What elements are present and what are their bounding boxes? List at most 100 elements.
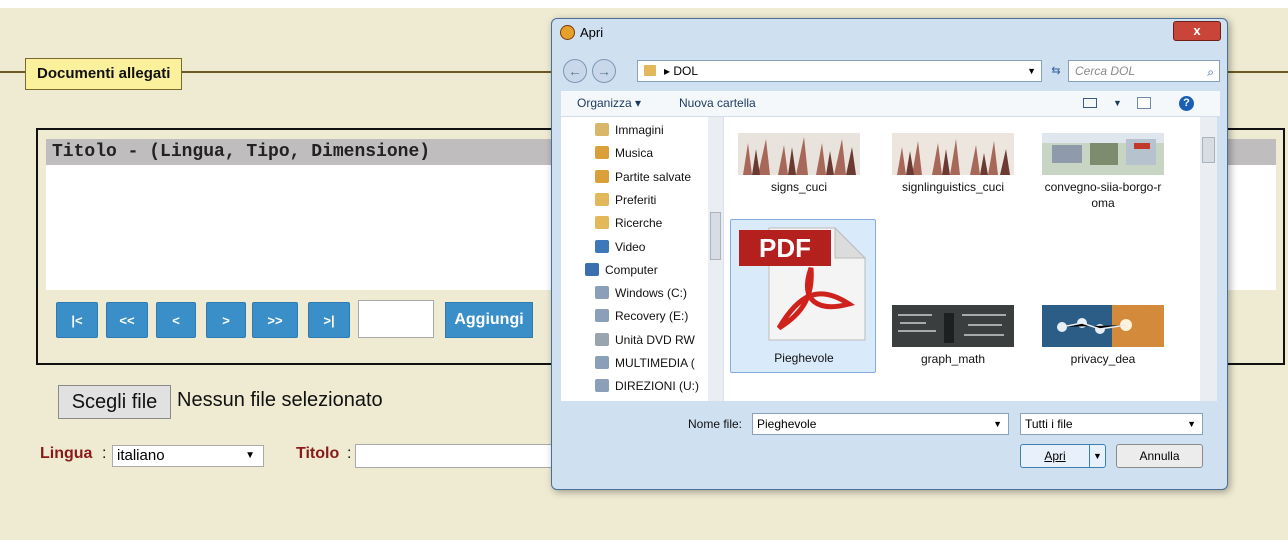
file-name: Pieghevole: [774, 351, 834, 365]
dialog-title: Apri: [580, 25, 604, 40]
tree-item-label: DIREZIONI (U:): [615, 379, 699, 394]
lingua-colon: :: [102, 445, 107, 462]
tree-item-label: Unità DVD RW: [615, 332, 695, 347]
scrollbar-thumb[interactable]: [1202, 137, 1215, 163]
computer-icon: [585, 262, 599, 276]
forward-icon[interactable]: →: [592, 59, 616, 83]
video-folder-icon: [595, 239, 609, 253]
drive-icon: [595, 309, 609, 323]
pdf-badge-text: PDF: [759, 233, 811, 263]
hands-photo-thumbnail: [738, 133, 860, 175]
filename-label: Nome file:: [688, 417, 743, 431]
navigation-pane: DIREZIONI (U:) MULTIMEDIA ( Unità DVD RW Re…: [561, 117, 724, 401]
tree-item-label: Ricerche: [615, 216, 663, 231]
chevron-down-icon[interactable]: ▼: [993, 414, 1002, 434]
page-number-input[interactable]: [358, 300, 434, 338]
network-photo-thumbnail: [1042, 305, 1164, 347]
titolo-colon: :: [347, 445, 352, 462]
first-page-button[interactable]: |<: [56, 302, 98, 338]
search-placeholder: Cerca DOL: [1075, 64, 1136, 78]
dialog-toolbar: Organizza ▾ Nuova cartella ▼ ?: [561, 91, 1220, 117]
open-button[interactable]: Apri ▼: [1020, 444, 1106, 468]
file-tile-graph-math[interactable]: graph_math: [882, 297, 1024, 366]
file-name: graph_math: [920, 352, 986, 366]
dvd-drive-icon: [595, 332, 609, 346]
hands-photo-thumbnail: [892, 133, 1014, 175]
new-folder-button[interactable]: Nuova cartella: [679, 91, 756, 116]
tree-item-label: Immagini: [615, 123, 664, 137]
chevron-down-icon[interactable]: ▼: [1093, 445, 1102, 467]
file-name: convegno-siia-borgo-r: [1044, 180, 1162, 194]
tree-item-label: Video: [615, 239, 646, 254]
file-tile-convegno[interactable]: convegno-siia-borgo-r oma: [1032, 125, 1174, 215]
tree-item-label: Recovery (E:): [615, 309, 689, 324]
file-tile-signs[interactable]: signs_cuci: [728, 125, 870, 195]
filename-value: Pieghevole: [757, 417, 817, 431]
help-icon[interactable]: ?: [1179, 96, 1194, 111]
last-page-button[interactable]: >|: [308, 302, 350, 338]
saved-games-folder-icon: [595, 169, 609, 183]
tree-item-label: Windows (C:): [615, 286, 688, 301]
searches-folder-icon: [595, 216, 609, 230]
music-folder-icon: [595, 146, 609, 160]
chevron-down-icon[interactable]: ▼: [1027, 61, 1036, 81]
cancel-button[interactable]: Annulla: [1116, 444, 1203, 468]
tree-item-label: Musica: [615, 146, 654, 161]
chevron-down-icon: ▼: [245, 450, 255, 461]
file-name: signlinguistics_cuci: [901, 180, 1005, 194]
preview-pane-icon[interactable]: [1137, 97, 1151, 109]
address-path: ▸ DOL: [664, 64, 699, 78]
filename-input[interactable]: Pieghevole ▼: [752, 413, 1009, 435]
back-icon[interactable]: ←: [563, 59, 587, 83]
folder-icon: [644, 65, 656, 76]
conference-photo-thumbnail: [1042, 133, 1164, 175]
add-button[interactable]: Aggiungi: [445, 302, 533, 338]
address-path-text: DOL: [673, 64, 699, 78]
math-blackboard-thumbnail: [892, 305, 1014, 347]
file-name-line2: oma: [1091, 196, 1115, 210]
network-drive-icon: [595, 356, 609, 369]
titolo-label: Titolo: [296, 445, 340, 462]
file-list-scrollbar[interactable]: [1200, 117, 1217, 401]
favorites-folder-icon: [595, 192, 609, 206]
navigation-scrollbar[interactable]: [708, 117, 723, 401]
file-tile-privacy[interactable]: privacy_dea: [1032, 297, 1174, 366]
pictures-folder-icon: [595, 123, 609, 136]
split-divider: [1089, 445, 1090, 467]
prev-page-block-button[interactable]: <<: [106, 302, 148, 338]
search-input[interactable]: Cerca DOL ⌕: [1068, 60, 1220, 82]
tree-item-label: MULTIMEDIA (: [615, 356, 695, 370]
lingua-select[interactable]: italiano ▼: [112, 445, 264, 467]
tree-item-label: Partite salvate: [615, 169, 692, 184]
file-name: privacy_dea: [1070, 352, 1136, 366]
open-label: Apri: [1044, 449, 1066, 463]
file-tile-pieghevole[interactable]: PDF Pieghevole: [730, 219, 876, 373]
scrollbar-thumb[interactable]: [710, 212, 721, 260]
lingua-label: Lingua: [40, 445, 93, 462]
address-bar[interactable]: ▸ DOL ▼: [637, 60, 1042, 82]
tree-item-label: Preferiti: [615, 192, 657, 207]
titolo-input[interactable]: [355, 444, 555, 468]
refresh-icon[interactable]: ⇆: [1046, 60, 1066, 82]
close-button[interactable]: x: [1173, 21, 1221, 41]
lingua-value: italiano: [117, 447, 165, 464]
file-name: signs_cuci: [770, 180, 828, 194]
filetype-value: Tutti i file: [1025, 417, 1073, 431]
file-status: Nessun file selezionato: [177, 389, 383, 411]
open-file-dialog: Apri x ← → ▸ DOL ▼ Cerca DOL ⌕ ⇆ Organiz…: [551, 18, 1228, 490]
prev-button[interactable]: <: [156, 302, 196, 338]
drive-icon: [595, 286, 609, 300]
search-icon[interactable]: ⌕: [1207, 62, 1214, 82]
tree-item-label: Computer: [605, 262, 658, 277]
next-button[interactable]: >: [206, 302, 246, 338]
section-title: Documenti allegati: [25, 58, 183, 90]
organize-menu[interactable]: Organizza ▾: [577, 91, 641, 116]
view-options-icon[interactable]: [1083, 98, 1097, 108]
chevron-down-icon[interactable]: ▼: [1113, 91, 1122, 116]
choose-file-button[interactable]: Scegli file: [58, 385, 171, 419]
filetype-select[interactable]: Tutti i file ▼: [1020, 413, 1203, 435]
browser-app-icon: [560, 25, 575, 40]
file-list: signs_cuci signlinguistics_cuci convegno…: [724, 117, 1200, 401]
next-page-block-button[interactable]: >>: [252, 302, 298, 338]
file-tile-signlinguistics[interactable]: signlinguistics_cuci: [882, 125, 1024, 195]
